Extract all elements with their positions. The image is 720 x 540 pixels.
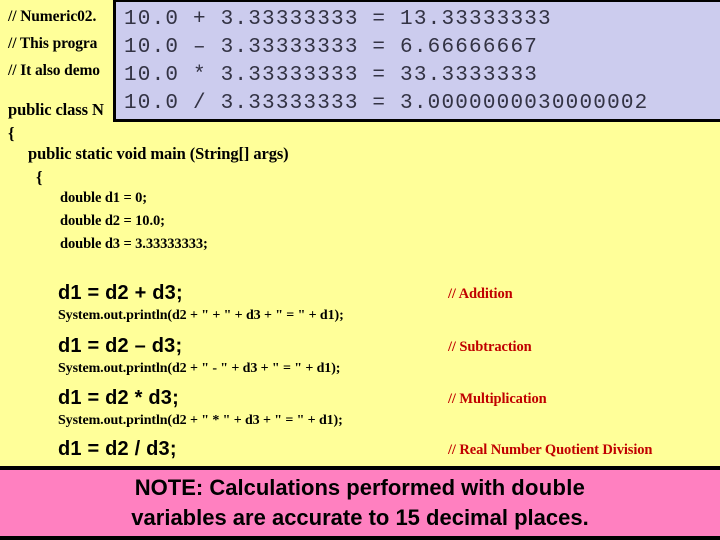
- main-open-brace: {: [36, 168, 43, 187]
- note-line-1: NOTE: Calculations performed with double: [135, 473, 585, 503]
- code-comment-line-2: // This progra: [8, 35, 98, 52]
- declaration-d1: double d1 = 0;: [60, 190, 148, 206]
- statement-multiplication: d1 = d2 * d3;: [58, 387, 179, 409]
- statement-addition: d1 = d2 + d3;: [58, 282, 183, 304]
- class-open-brace: {: [8, 124, 15, 143]
- console-line-subtraction: 10.0 – 3.33333333 = 6.66666667: [124, 36, 539, 59]
- comment-addition: // Addition: [448, 286, 513, 302]
- declaration-d3: double d3 = 3.33333333;: [60, 236, 208, 252]
- comment-subtraction: // Subtraction: [448, 339, 532, 355]
- note-keyword-double: double: [511, 475, 586, 500]
- declaration-d2: double d2 = 10.0;: [60, 213, 165, 229]
- statement-division: d1 = d2 / d3;: [58, 438, 177, 460]
- code-comment-line-1: // Numeric02.: [8, 8, 97, 25]
- note-line-1-prefix: NOTE: Calculations performed with: [134, 475, 512, 500]
- comment-multiplication: // Multiplication: [448, 391, 547, 407]
- console-line-multiplication: 10.0 * 3.33333333 = 33.3333333: [124, 64, 539, 87]
- console-line-division: 10.0 / 3.33333333 = 3.0000000030000002: [124, 92, 649, 115]
- println-addition: System.out.println(d2 + " + " + d3 + " =…: [58, 308, 344, 323]
- note-banner: NOTE: Calculations performed with double…: [0, 470, 720, 536]
- note-line-2: variables are accurate to 15 decimal pla…: [131, 505, 589, 530]
- main-method-signature: public static void main (String[] args): [28, 144, 289, 163]
- println-multiplication: System.out.println(d2 + " * " + d3 + " =…: [58, 413, 343, 428]
- println-subtraction: System.out.println(d2 + " - " + d3 + " =…: [58, 361, 341, 376]
- comment-division: // Real Number Quotient Division: [448, 442, 653, 458]
- statement-subtraction: d1 = d2 – d3;: [58, 335, 183, 357]
- code-comment-line-3: // It also demo: [8, 62, 100, 79]
- console-output-body: 10.0 + 3.33333333 = 13.33333333 10.0 – 3…: [116, 2, 720, 119]
- class-declaration: public class N: [8, 100, 104, 119]
- console-output-window[interactable]: 10.0 + 3.33333333 = 13.33333333 10.0 – 3…: [113, 0, 720, 122]
- console-line-addition: 10.0 + 3.33333333 = 13.33333333: [124, 8, 552, 31]
- slide-canvas: // Numeric02. // This progra // It also …: [0, 0, 720, 540]
